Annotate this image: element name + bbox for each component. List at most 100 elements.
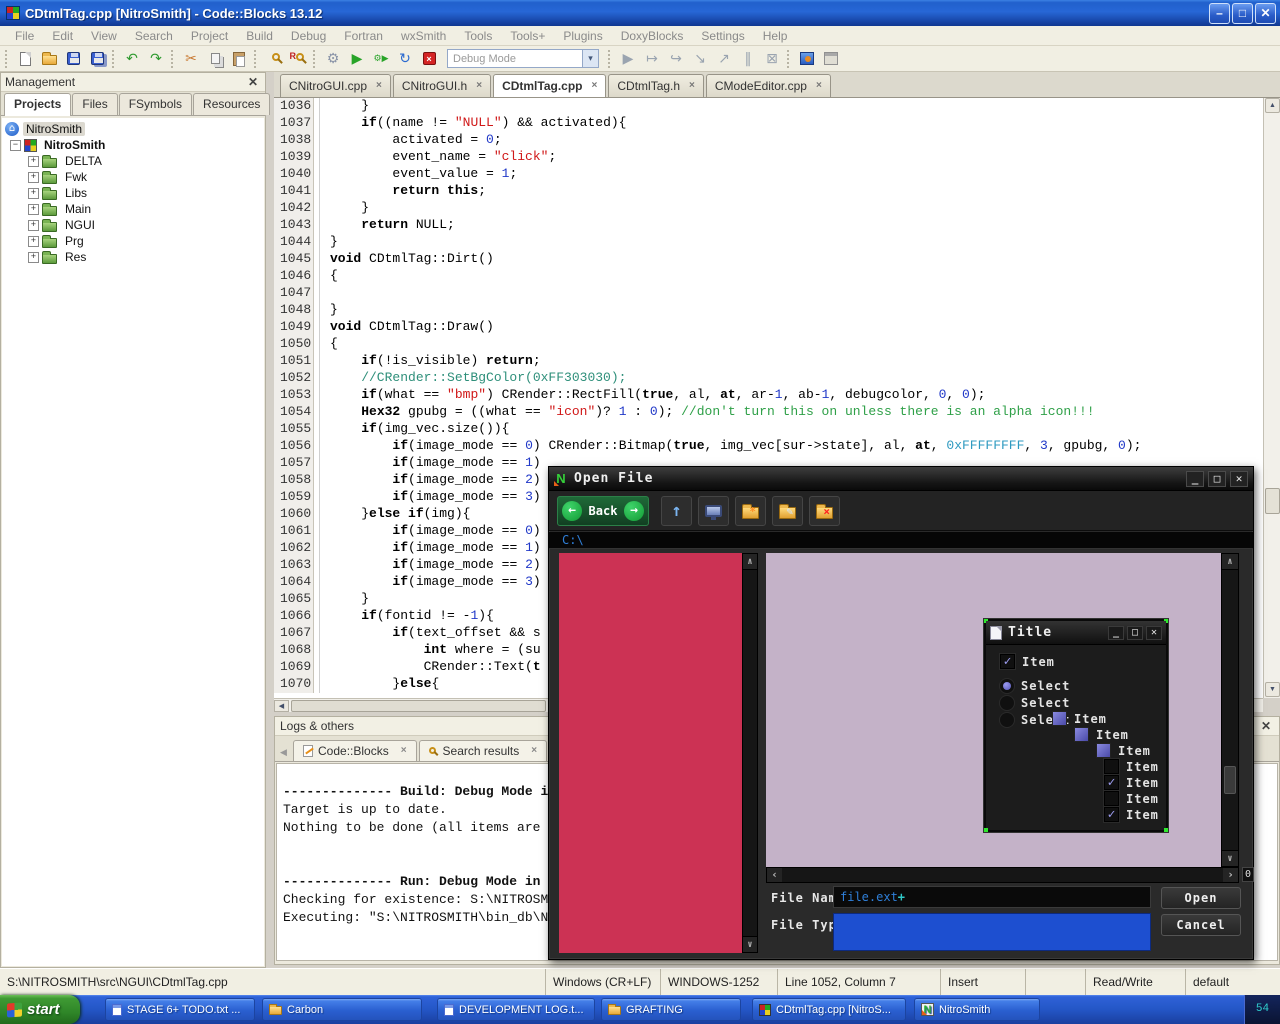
expand-icon[interactable]: + — [28, 172, 39, 183]
taskbar-button-nitrosmith[interactable]: NNitroSmith — [914, 998, 1040, 1021]
start-button[interactable]: start — [0, 995, 80, 1024]
redo-button[interactable]: ↷ — [145, 48, 167, 69]
debug-continue-button[interactable]: ▶ — [617, 48, 639, 69]
expand-icon[interactable]: + — [28, 204, 39, 215]
replace-button[interactable] — [287, 48, 309, 69]
dialog-minimize-icon[interactable]: _ — [1186, 471, 1204, 487]
tab-close-icon[interactable]: × — [689, 81, 695, 91]
tree-item-project[interactable]: −NitroSmith — [5, 137, 264, 153]
editor-tab-cnitroguicpp[interactable]: CNitroGUI.cpp× — [280, 74, 391, 97]
editor-tab-cdtmltagh[interactable]: CDtmlTag.h× — [608, 74, 704, 97]
step-into-button[interactable]: ↘ — [689, 48, 711, 69]
tree-item-main[interactable]: +Main — [5, 201, 264, 217]
log-tab-searchresults[interactable]: Search results× — [419, 740, 548, 761]
editor-tab-cmodeeditorcpp[interactable]: CModeEditor.cpp× — [706, 74, 831, 97]
taskbar-button-carbon[interactable]: Carbon — [262, 998, 422, 1021]
radio-icon[interactable] — [1000, 713, 1014, 727]
scroll-down-icon[interactable]: ∨ — [743, 936, 757, 952]
inner-item-7[interactable]: Item — [1104, 759, 1159, 774]
cut-button[interactable]: ✂ — [180, 48, 202, 69]
tree-item-ngui[interactable]: +NGUI — [5, 217, 264, 233]
close-button[interactable]: ✕ — [1255, 3, 1276, 24]
save-button[interactable] — [62, 48, 84, 69]
paste-button[interactable] — [228, 48, 250, 69]
tabs-scroll-left-icon[interactable]: ◀ — [277, 743, 290, 761]
editor-vscrollbar[interactable]: ▲ ▼ — [1263, 98, 1280, 698]
rename-folder-button[interactable]: ✎ — [772, 496, 803, 526]
tab-close-icon[interactable]: × — [816, 81, 822, 91]
menu-item-search[interactable]: Search — [126, 27, 182, 45]
menu-item-settings[interactable]: Settings — [692, 27, 753, 45]
tree-item-libs[interactable]: +Libs — [5, 185, 264, 201]
rebuild-button[interactable]: ↻ — [394, 48, 416, 69]
debugging-windows-button[interactable] — [796, 48, 818, 69]
abort-button[interactable] — [418, 48, 440, 69]
menu-item-tools[interactable]: Tools+ — [501, 27, 554, 45]
inner-item-8[interactable]: ✓Item — [1104, 775, 1159, 790]
scroll-right-icon[interactable]: › — [1223, 868, 1238, 882]
menu-item-file[interactable]: File — [6, 27, 43, 45]
restore-button[interactable]: □ — [1232, 3, 1253, 24]
checkbox-icon[interactable]: ✓ — [1000, 654, 1015, 669]
build-and-run-button[interactable]: ⚙▶ — [370, 48, 392, 69]
path-bar[interactable]: C:\ — [549, 532, 1253, 549]
menu-item-view[interactable]: View — [82, 27, 126, 45]
taskbar-button-cdtmltagcppn[interactable]: CDtmlTag.cpp [NitroS... — [752, 998, 906, 1021]
hscroll-thumb[interactable] — [291, 700, 546, 712]
expand-icon[interactable]: + — [28, 252, 39, 263]
tab-close-icon[interactable]: × — [531, 746, 537, 756]
up-folder-button[interactable]: ↑ — [661, 496, 692, 526]
expand-icon[interactable]: + — [28, 156, 39, 167]
radio-icon[interactable] — [1000, 696, 1014, 710]
management-close-icon[interactable]: ✕ — [245, 76, 261, 88]
scroll-up-icon[interactable]: ∧ — [1222, 554, 1238, 570]
tree-item-prg[interactable]: +Prg — [5, 233, 264, 249]
open-button[interactable]: Open — [1161, 887, 1241, 909]
inner-minimize-icon[interactable]: _ — [1108, 626, 1124, 640]
inner-close-icon[interactable]: ✕ — [1146, 626, 1162, 640]
editor-tab-cnitroguih[interactable]: CNitroGUI.h× — [393, 74, 491, 97]
scroll-down-icon[interactable]: ▼ — [1265, 682, 1280, 697]
checkbox-icon[interactable] — [1104, 791, 1119, 806]
taskbar-button-stage6todotx[interactable]: STAGE 6+ TODO.txt ... — [105, 998, 255, 1021]
minimize-button[interactable]: – — [1209, 3, 1230, 24]
menu-item-debug[interactable]: Debug — [282, 27, 335, 45]
build-button[interactable]: ⚙ — [322, 48, 344, 69]
tab-projects[interactable]: Projects — [4, 93, 71, 116]
inner-item-1[interactable]: Select — [1000, 679, 1070, 693]
new-file-button[interactable] — [14, 48, 36, 69]
expand-icon[interactable]: + — [28, 220, 39, 231]
next-line-button[interactable]: ↪ — [665, 48, 687, 69]
menu-item-wxsmith[interactable]: wxSmith — [392, 27, 455, 45]
inner-item-9[interactable]: Item — [1104, 791, 1159, 806]
tree-item-workspace[interactable]: ⌂NitroSmith — [5, 121, 264, 137]
box-icon[interactable] — [1074, 727, 1089, 742]
delete-folder-button[interactable]: × — [809, 496, 840, 526]
menu-item-help[interactable]: Help — [754, 27, 797, 45]
editor-tab-cdtmltagcpp[interactable]: CDtmlTag.cpp× — [493, 74, 606, 97]
menu-item-plugins[interactable]: Plugins — [554, 27, 611, 45]
find-button[interactable] — [263, 48, 285, 69]
tab-close-icon[interactable]: × — [476, 81, 482, 91]
logs-close-icon[interactable]: ✕ — [1258, 720, 1274, 732]
tab-close-icon[interactable]: × — [376, 81, 382, 91]
back-arrow-icon[interactable]: ← — [562, 501, 582, 521]
scroll-left-icon[interactable]: ◀ — [274, 700, 289, 712]
taskbar-button-grafting[interactable]: GRAFTING — [601, 998, 741, 1021]
expand-icon[interactable]: + — [28, 188, 39, 199]
inner-item-6[interactable]: Item — [1096, 743, 1151, 758]
checkbox-icon[interactable] — [1104, 759, 1119, 774]
menu-item-fortran[interactable]: Fortran — [335, 27, 392, 45]
cancel-button[interactable]: Cancel — [1161, 914, 1241, 936]
scroll-down-icon[interactable]: ∨ — [1222, 850, 1238, 866]
file-panel-hscrollbar[interactable]: ‹ › — [766, 867, 1239, 883]
pause-button[interactable]: ‖ — [737, 48, 759, 69]
open-file-button[interactable] — [38, 48, 60, 69]
left-panel-vscrollbar[interactable]: ∧ ∨ — [742, 553, 758, 953]
copy-button[interactable] — [204, 48, 226, 69]
inner-item-2[interactable]: Select — [1000, 696, 1070, 710]
scroll-thumb[interactable] — [1265, 488, 1280, 514]
forward-arrow-icon[interactable]: → — [624, 501, 644, 521]
tab-fsymbols[interactable]: FSymbols — [119, 93, 192, 115]
taskbar-button-developmentl[interactable]: DEVELOPMENT LOG.t... — [437, 998, 595, 1021]
